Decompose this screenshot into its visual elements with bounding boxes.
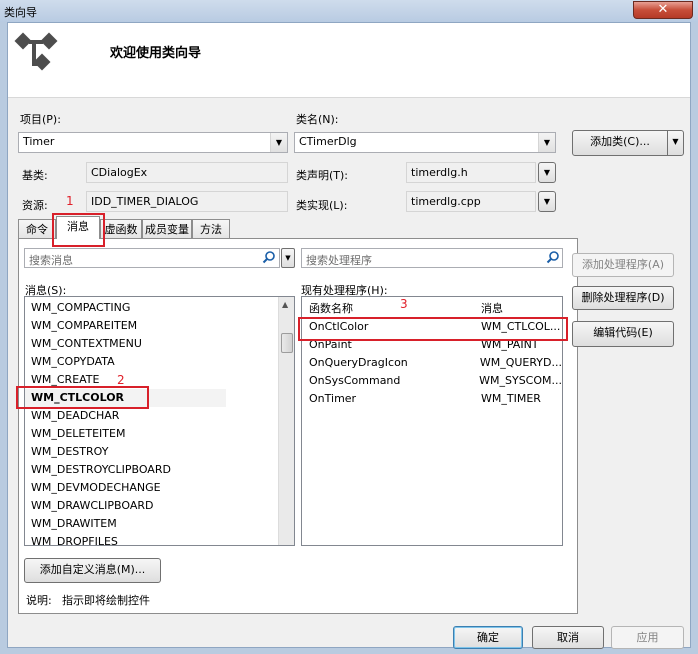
impl-dropdown-button[interactable]: ▼ (538, 191, 556, 212)
tab-member-variables[interactable]: 成员变量 (142, 219, 192, 239)
handler-func: OnSysCommand (309, 374, 401, 387)
search-icon[interactable] (262, 250, 276, 264)
delete-handler-button[interactable]: 删除处理程序(D) (572, 286, 674, 310)
handler-search-input[interactable]: 搜索处理程序 (301, 248, 563, 268)
table-row[interactable]: OnQueryDragIcon WM_QUERYD... (302, 354, 562, 372)
class-wizard-logo-icon (14, 30, 60, 76)
project-label: 项目(P): (20, 113, 61, 126)
scrollbar-thumb[interactable] (281, 333, 293, 353)
list-item[interactable]: WM_DROPFILES (25, 533, 294, 545)
classname-label: 类名(N): (296, 113, 339, 126)
list-item[interactable]: WM_DRAWITEM (25, 515, 294, 533)
messages-list[interactable]: WM_COMPACTING WM_COMPAREITEM WM_CONTEXTM… (24, 296, 295, 546)
tab-virtual-functions[interactable]: 虚函数 (100, 219, 142, 239)
edit-code-button[interactable]: 编辑代码(E) (572, 321, 674, 347)
impl-label: 类实现(L): (296, 199, 348, 212)
list-item[interactable]: WM_CONTEXTMENU (25, 335, 294, 353)
list-item[interactable]: WM_DEVMODECHANGE (25, 479, 294, 497)
annotation-box-handler (298, 317, 568, 341)
list-item[interactable]: WM_COPYDATA (25, 353, 294, 371)
messages-scrollbar[interactable]: ▲ (278, 297, 294, 545)
annotation-box-message (16, 386, 149, 409)
handler-msg: WM_QUERYD... (479, 356, 562, 369)
message-search-input[interactable]: 搜索消息 (24, 248, 280, 268)
resource-field: IDD_TIMER_DIALOG (86, 191, 288, 212)
add-class-dropdown-button[interactable]: ▼ (667, 130, 684, 156)
classname-combo[interactable]: CTimerDlg ▼ (294, 132, 556, 153)
tab-commands[interactable]: 命令 (18, 219, 56, 239)
list-item[interactable]: WM_COMPACTING (25, 299, 294, 317)
base-field: CDialogEx (86, 162, 288, 183)
column-header-function[interactable]: 函数名称 (302, 300, 481, 318)
classname-value: CTimerDlg (299, 135, 357, 148)
annotation-number-3: 3 (400, 297, 408, 311)
ok-button[interactable]: 确定 (453, 626, 523, 649)
handler-msg: WM_SYSCOM... (479, 374, 562, 387)
tab-messages[interactable]: 消息 (56, 216, 100, 239)
decl-label: 类声明(T): (296, 169, 349, 182)
impl-field: timerdlg.cpp (406, 191, 536, 212)
tab-methods[interactable]: 方法 (192, 219, 230, 239)
resource-label: 资源: (22, 199, 48, 212)
window-title: 类向导 (4, 6, 37, 19)
project-combo[interactable]: Timer ▼ (18, 132, 288, 153)
banner-heading: 欢迎使用类向导 (110, 46, 202, 61)
base-label: 基类: (22, 169, 48, 182)
add-class-label: 添加类(C)... (590, 135, 650, 148)
list-item[interactable]: WM_DESTROYCLIPBOARD (25, 461, 294, 479)
close-button[interactable]: ✕ (633, 1, 693, 19)
list-item[interactable]: WM_DESTROY (25, 443, 294, 461)
project-value: Timer (23, 135, 55, 148)
cancel-button[interactable]: 取消 (532, 626, 604, 649)
search-icon[interactable] (546, 250, 560, 264)
column-header-message[interactable]: 消息 (481, 300, 503, 318)
scroll-up-arrow-icon[interactable]: ▲ (282, 300, 288, 309)
annotation-number-1: 1 (66, 194, 74, 208)
chevron-down-icon[interactable]: ▼ (538, 133, 555, 152)
handler-msg: WM_TIMER (481, 392, 541, 405)
list-item[interactable]: WM_DELETEITEM (25, 425, 294, 443)
apply-button[interactable]: 应用 (611, 626, 684, 649)
add-custom-message-button[interactable]: 添加自定义消息(M)... (24, 558, 161, 583)
handler-func: OnTimer (309, 392, 357, 405)
table-row[interactable]: OnTimer WM_TIMER (302, 390, 562, 408)
annotation-number-2: 2 (117, 373, 125, 387)
description-label: 说明: (26, 594, 52, 607)
message-search-placeholder: 搜索消息 (29, 254, 73, 267)
list-item[interactable]: WM_DEADCHAR (25, 407, 294, 425)
handler-func: OnQueryDragIcon (309, 356, 408, 369)
decl-dropdown-button[interactable]: ▼ (538, 162, 556, 183)
add-class-button[interactable]: 添加类(C)... (572, 130, 668, 156)
table-row[interactable]: OnSysCommand WM_SYSCOM... (302, 372, 562, 390)
message-filter-dropdown-button[interactable]: ▼ (281, 248, 295, 268)
description-text: 指示即将绘制控件 (62, 594, 150, 607)
list-item[interactable]: WM_COMPAREITEM (25, 317, 294, 335)
decl-field: timerdlg.h (406, 162, 536, 183)
handler-search-placeholder: 搜索处理程序 (306, 254, 372, 267)
add-handler-button[interactable]: 添加处理程序(A) (572, 253, 674, 277)
chevron-down-icon[interactable]: ▼ (270, 133, 287, 152)
title-bar (0, 0, 698, 22)
handlers-header: 函数名称 消息 (302, 300, 562, 318)
list-item[interactable]: WM_DRAWCLIPBOARD (25, 497, 294, 515)
